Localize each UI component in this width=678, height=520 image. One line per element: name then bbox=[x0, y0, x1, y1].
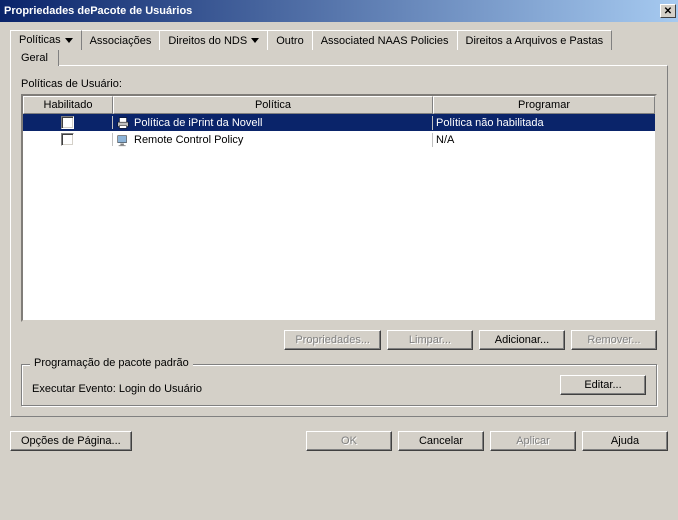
policy-name: Política de iPrint da Novell bbox=[134, 117, 262, 129]
close-button[interactable]: ✕ bbox=[660, 4, 676, 18]
close-icon: ✕ bbox=[664, 6, 672, 17]
col-header-programar[interactable]: Programar bbox=[433, 96, 655, 114]
content-area: Políticas Associações Direitos do NDS Ou… bbox=[0, 22, 678, 425]
cell-enabled bbox=[23, 116, 113, 129]
grid-button-row: Propriedades... Limpar... Adicionar... R… bbox=[21, 330, 657, 350]
grid-header-row: Habilitado Política Programar bbox=[23, 96, 655, 114]
subtab-bar: Geral bbox=[10, 49, 668, 66]
checkbox[interactable] bbox=[61, 133, 74, 146]
col-header-habilitado[interactable]: Habilitado bbox=[23, 96, 113, 114]
tab-outro[interactable]: Outro bbox=[267, 30, 313, 50]
tab-bar: Políticas Associações Direitos do NDS Ou… bbox=[10, 30, 668, 50]
bottom-button-row: Opções de Página... OK Cancelar Aplicar … bbox=[0, 425, 678, 457]
schedule-event-label: Executar Evento: Login do Usuário bbox=[32, 383, 202, 395]
remove-button[interactable]: Remover... bbox=[571, 330, 657, 350]
dropdown-arrow-icon bbox=[251, 38, 259, 43]
tab-label: Direitos do NDS bbox=[168, 35, 247, 47]
tab-label: Associated NAAS Policies bbox=[321, 35, 449, 47]
schedule-groupbox: Programação de pacote padrão Executar Ev… bbox=[21, 364, 657, 406]
window-title: Propriedades dePacote de Usuários bbox=[4, 5, 192, 17]
tab-label: Associações bbox=[90, 35, 152, 47]
remote-control-icon bbox=[116, 133, 130, 147]
tab-panel: Políticas de Usuário: Habilitado Polític… bbox=[10, 65, 668, 417]
help-button[interactable]: Ajuda bbox=[582, 431, 668, 451]
clear-button[interactable]: Limpar... bbox=[387, 330, 473, 350]
tab-associacoes[interactable]: Associações bbox=[81, 30, 161, 50]
checkbox[interactable] bbox=[61, 116, 74, 129]
add-button[interactable]: Adicionar... bbox=[479, 330, 565, 350]
cell-schedule: Política não habilitada bbox=[433, 117, 655, 129]
groupbox-body: Executar Evento: Login do Usuário Editar… bbox=[32, 375, 646, 395]
tab-label: Direitos a Arquivos e Pastas bbox=[466, 35, 604, 47]
subtab-label: Geral bbox=[21, 52, 48, 64]
policy-name: Remote Control Policy bbox=[134, 134, 243, 146]
table-row[interactable]: Política de iPrint da Novell Política nã… bbox=[23, 114, 655, 131]
cell-enabled bbox=[23, 133, 113, 146]
cell-schedule: N/A bbox=[433, 134, 655, 146]
col-header-politica[interactable]: Política bbox=[113, 96, 433, 114]
cancel-button[interactable]: Cancelar bbox=[398, 431, 484, 451]
bottom-right-buttons: OK Cancelar Aplicar Ajuda bbox=[306, 431, 668, 451]
cell-policy: Política de iPrint da Novell bbox=[113, 116, 433, 130]
section-label: Políticas de Usuário: bbox=[21, 78, 657, 90]
subtab-geral[interactable]: Geral bbox=[10, 49, 59, 66]
groupbox-title: Programação de pacote padrão bbox=[30, 357, 193, 369]
tab-politicas[interactable]: Políticas bbox=[10, 30, 82, 50]
tab-naas[interactable]: Associated NAAS Policies bbox=[312, 30, 458, 50]
edit-button[interactable]: Editar... bbox=[560, 375, 646, 395]
table-row[interactable]: Remote Control Policy N/A bbox=[23, 131, 655, 148]
apply-button[interactable]: Aplicar bbox=[490, 431, 576, 451]
page-options-button[interactable]: Opções de Página... bbox=[10, 431, 132, 451]
printer-icon bbox=[116, 116, 130, 130]
policy-grid: Habilitado Política Programar Política d… bbox=[21, 94, 657, 322]
ok-button[interactable]: OK bbox=[306, 431, 392, 451]
cell-policy: Remote Control Policy bbox=[113, 133, 433, 147]
tab-direitos-nds[interactable]: Direitos do NDS bbox=[159, 30, 268, 50]
properties-button[interactable]: Propriedades... bbox=[284, 330, 381, 350]
tab-label: Políticas bbox=[19, 34, 61, 46]
dropdown-arrow-icon bbox=[65, 38, 73, 43]
tab-arquivos[interactable]: Direitos a Arquivos e Pastas bbox=[457, 30, 613, 50]
title-bar: Propriedades dePacote de Usuários ✕ bbox=[0, 0, 678, 22]
tab-label: Outro bbox=[276, 35, 304, 47]
